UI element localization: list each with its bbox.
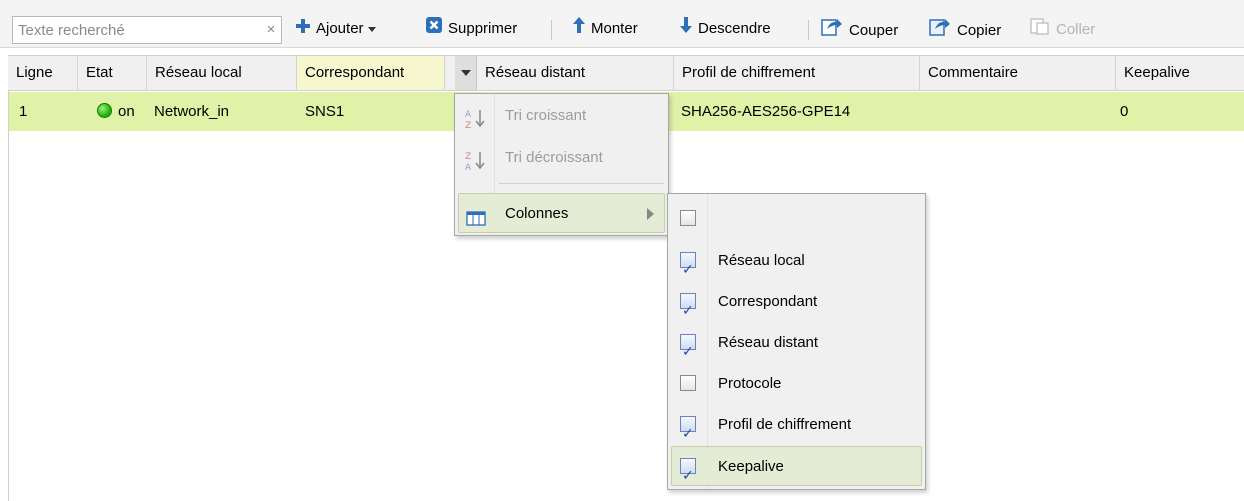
cell-keepalive: 0 [1120,103,1129,120]
column-toggle-label: Réseau distant [718,334,819,351]
column-toggle-reseau-distant[interactable]: Réseau distant [668,323,925,372]
move-down-button[interactable]: Descendre [680,17,771,41]
column-toggle-label: Réseau local [718,252,805,269]
column-toggle-keepalive[interactable]: Keepalive [671,446,922,496]
checkbox-unchecked[interactable] [680,210,696,226]
cell-ligne: 1 [19,103,28,120]
search-input[interactable] [13,17,253,43]
menu-item-sort-desc-label: Tri décroissant [505,149,603,166]
checkbox-checked[interactable] [680,250,696,290]
copy-icon [929,17,951,45]
column-header-reseau-distant[interactable]: Réseau distant [477,56,674,90]
column-header-keepalive[interactable]: Keepalive [1116,56,1244,90]
delete-button[interactable]: Supprimer [426,17,517,41]
copy-label: Copier [957,21,1002,39]
move-up-button[interactable]: Monter [573,17,638,41]
svg-text:A: A [465,163,472,172]
cell-etat-label: on [118,103,135,120]
clear-search-button[interactable]: × [263,21,279,39]
svg-text:A: A [465,110,472,120]
column-header-commentaire[interactable]: Commentaire [920,56,1116,90]
move-down-label: Descendre [698,20,771,37]
menu-item-sort-desc[interactable]: ZA Tri décroissant [455,138,668,178]
column-toggle-label: Correspondant [718,293,818,310]
checkbox-checked[interactable] [680,332,696,372]
arrow-up-icon [573,17,585,41]
delete-label: Supprimer [448,20,518,37]
paste-button[interactable]: Coller [1030,17,1095,41]
cell-profil: SHA256-AES256-GPE14 [681,103,851,120]
menu-item-columns[interactable]: Colonnes [458,193,665,233]
move-up-label: Monter [591,20,638,37]
column-toggle-label: Keepalive [718,458,784,475]
grid-header: Ligne Etat Réseau local Correspondant Ré… [8,55,1244,91]
menu-separator [499,183,664,184]
columns-submenu: Réseau local Correspondant Réseau distan… [667,193,926,496]
menu-item-sort-asc-label: Tri croissant [505,107,587,124]
status-on-icon [97,103,112,118]
column-menu-trigger[interactable] [455,56,477,90]
copy-button[interactable]: Copier [929,17,1001,41]
toolbar: × Ajouter Supprimer Monter Descendre Cou… [0,0,1244,48]
svg-text:Z: Z [465,152,471,162]
delete-icon [426,17,442,41]
toolbar-separator [551,20,552,40]
menu-item-sort-asc[interactable]: AZ Tri croissant [455,96,668,136]
add-button[interactable]: Ajouter [296,17,376,41]
sort-descending-icon: ZA [465,148,485,173]
svg-text:Z: Z [465,121,471,130]
column-header-profil[interactable]: Profil de chiffrement [674,56,920,90]
column-toggle-protocole[interactable]: Protocole [668,364,925,404]
checkbox-unchecked[interactable] [680,375,696,391]
paste-icon [1030,17,1050,43]
cut-button[interactable]: Couper [821,17,898,41]
cell-reseau-local: Network_in [154,103,230,120]
chevron-down-icon [367,26,376,32]
column-menu: AZ Tri croissant ZA Tri décroissant Colo… [454,93,669,236]
column-header-correspondant[interactable]: Correspondant [297,56,445,90]
column-header-reseau-local[interactable]: Réseau local [147,56,297,90]
column-header-ligne[interactable]: Ligne [8,56,78,90]
menu-item-columns-label: Colonnes [505,205,569,222]
add-label: Ajouter [316,20,364,37]
cut-icon [821,17,843,45]
column-header-etat[interactable]: Etat [78,56,147,90]
arrow-down-icon [680,17,692,41]
cut-label: Couper [849,21,899,39]
checkbox-checked[interactable] [680,456,696,496]
cell-etat: on [89,92,135,131]
column-toggle-blank[interactable] [668,199,925,239]
columns-icon [466,204,486,226]
checkbox-checked[interactable] [680,291,696,331]
column-toggle-label: Protocole [718,375,782,392]
column-toggle-profil[interactable]: Profil de chiffrement [668,405,925,454]
sort-ascending-icon: AZ [465,106,485,131]
toolbar-separator [808,20,809,40]
checkbox-checked[interactable] [680,414,696,454]
column-toggle-label: Profil de chiffrement [718,416,852,433]
plus-icon [296,17,310,41]
cell-correspondant: SNS1 [305,103,345,120]
search-box: × [12,16,282,44]
column-toggle-correspondant[interactable]: Correspondant [668,282,925,331]
column-toggle-reseau-local[interactable]: Réseau local [668,241,925,290]
paste-label: Coller [1056,20,1096,38]
chevron-right-icon [647,208,654,220]
